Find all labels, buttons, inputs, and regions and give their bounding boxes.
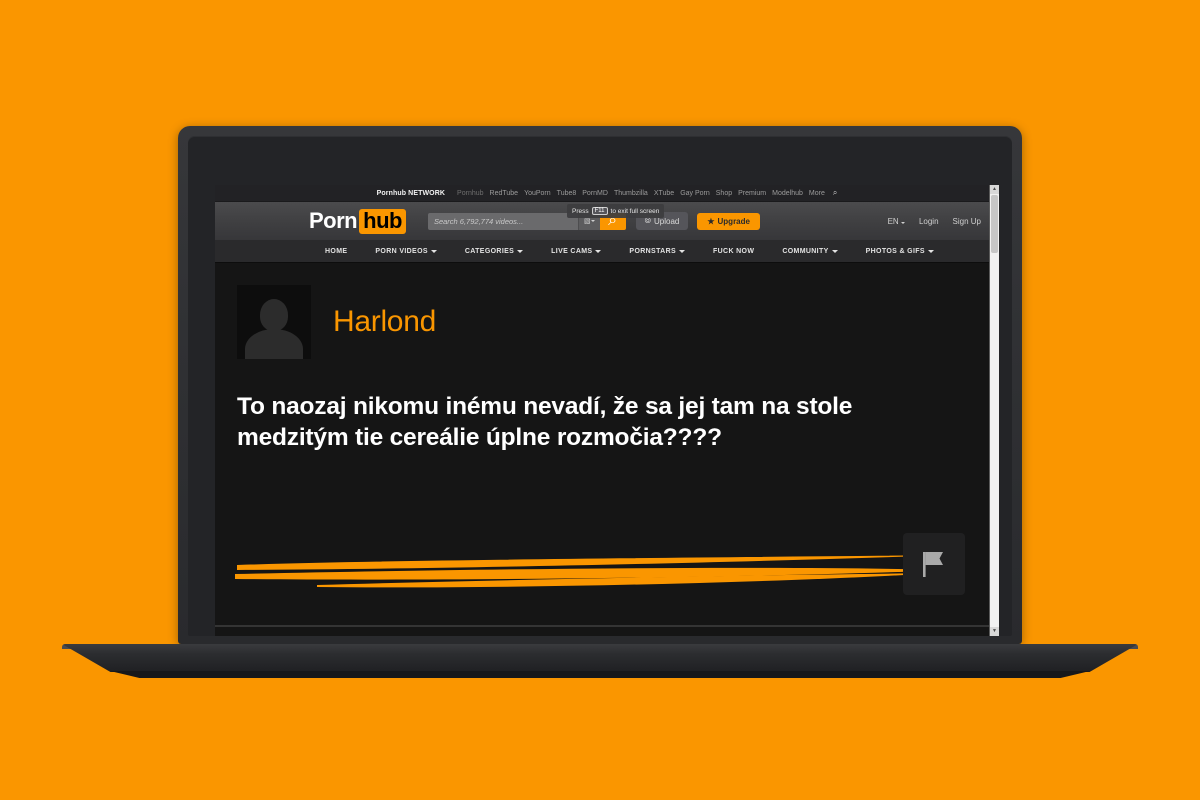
profile-content: Harlond To naozaj nikomu inému nevadí, ž… bbox=[215, 263, 999, 636]
chevron-down-icon bbox=[430, 249, 437, 253]
network-link-modelhub[interactable]: Modelhub bbox=[772, 190, 803, 197]
signup-link[interactable]: Sign Up bbox=[953, 217, 981, 226]
network-link-tube8[interactable]: Tube8 bbox=[557, 190, 577, 197]
browser-page: Pornhub NETWORK Pornhub RedTube YouPorn … bbox=[215, 185, 999, 636]
avatar-silhouette-body bbox=[245, 329, 303, 359]
nav-label: PORNSTARS bbox=[629, 247, 677, 255]
chevron-down-icon bbox=[590, 220, 595, 222]
nav-label: PHOTOS & GIFS bbox=[865, 247, 925, 255]
scrollbar-down-arrow[interactable]: ▼ bbox=[990, 627, 999, 636]
header-right-actions: EN Login Sign Up bbox=[888, 217, 987, 226]
nav-item-home[interactable]: HOME bbox=[311, 248, 361, 255]
main-navigation: HOME PORN VIDEOS CATEGORIES LIVE CAMS PO… bbox=[215, 240, 999, 263]
network-bar: Pornhub NETWORK Pornhub RedTube YouPorn … bbox=[215, 185, 999, 202]
network-link-redtube[interactable]: RedTube bbox=[490, 190, 519, 197]
star-icon: ★ bbox=[707, 216, 715, 226]
site-header: Pornhub ▧ ⌕ bbox=[215, 202, 999, 240]
nav-label: CATEGORIES bbox=[464, 247, 515, 255]
network-link-youporn[interactable]: YouPorn bbox=[524, 190, 551, 197]
profile-quote-text: To naozaj nikomu inému nevadí, že sa jej… bbox=[237, 393, 853, 452]
nav-item-fuck-now[interactable]: FUCK NOW bbox=[699, 248, 768, 255]
network-link-premium[interactable]: Premium bbox=[738, 190, 766, 197]
network-link-xtube[interactable]: XTube bbox=[654, 190, 674, 197]
avatar-silhouette-head bbox=[260, 299, 288, 331]
laptop-device: Pornhub NETWORK Pornhub RedTube YouPorn … bbox=[0, 0, 1200, 800]
nav-label: HOME bbox=[325, 247, 348, 255]
content-divider bbox=[215, 625, 991, 627]
network-link-pornmd[interactable]: PornMD bbox=[582, 190, 608, 197]
nav-item-photos-gifs[interactable]: PHOTOS & GIFS bbox=[852, 248, 948, 255]
chevron-down-icon bbox=[595, 249, 602, 253]
avatar[interactable] bbox=[237, 285, 311, 359]
video-filter-icon: ▧ bbox=[583, 218, 591, 225]
laptop-base bbox=[62, 644, 1138, 672]
scrollbar-up-arrow[interactable]: ▲ bbox=[990, 185, 999, 194]
flag-icon bbox=[923, 552, 943, 577]
chevron-down-icon bbox=[517, 249, 524, 253]
chevron-down-icon bbox=[679, 249, 686, 253]
laptop-bezel: Pornhub NETWORK Pornhub RedTube YouPorn … bbox=[188, 136, 1012, 636]
nav-item-community[interactable]: COMMUNITY bbox=[768, 248, 851, 255]
fullscreen-exit-toast: Press F11 to exit full screen bbox=[567, 204, 665, 218]
search-input[interactable] bbox=[427, 212, 578, 230]
chevron-down-icon bbox=[831, 249, 838, 253]
laptop-foot bbox=[110, 671, 1090, 678]
login-link[interactable]: Login bbox=[919, 217, 939, 226]
f11-key-badge: F11 bbox=[591, 207, 608, 215]
toast-prefix: Press bbox=[572, 207, 589, 215]
chevron-down-icon bbox=[900, 221, 905, 224]
nav-item-porn-videos[interactable]: PORN VIDEOS bbox=[361, 248, 450, 255]
language-label: EN bbox=[887, 216, 899, 226]
nav-label: COMMUNITY bbox=[782, 247, 829, 255]
search-icon[interactable]: ⌕ bbox=[833, 188, 837, 198]
network-link-pornhub[interactable]: Pornhub bbox=[457, 190, 483, 197]
orange-underline-scribble bbox=[235, 555, 955, 588]
network-link-thumbzilla[interactable]: Thumbzilla bbox=[614, 190, 648, 197]
laptop-screen: Pornhub NETWORK Pornhub RedTube YouPorn … bbox=[215, 185, 999, 636]
page-scrollbar[interactable]: ▲ ▼ bbox=[989, 185, 999, 636]
profile-header: Harlond bbox=[237, 263, 977, 359]
logo-text-hub: hub bbox=[359, 208, 406, 234]
nav-label: FUCK NOW bbox=[713, 247, 755, 255]
network-brand: Pornhub NETWORK bbox=[376, 189, 446, 197]
network-link-more[interactable]: More bbox=[809, 190, 825, 197]
language-selector[interactable]: EN bbox=[888, 217, 905, 226]
network-link-shop[interactable]: Shop bbox=[716, 190, 732, 197]
profile-username: Harlond bbox=[333, 305, 436, 338]
nav-label: PORN VIDEOS bbox=[375, 247, 428, 255]
logo-text-porn: Porn bbox=[309, 208, 358, 233]
laptop-lid: Pornhub NETWORK Pornhub RedTube YouPorn … bbox=[178, 126, 1022, 644]
scrollbar-thumb[interactable] bbox=[991, 195, 998, 253]
chevron-down-icon bbox=[927, 249, 934, 253]
nav-label: LIVE CAMS bbox=[551, 247, 593, 255]
report-button[interactable] bbox=[903, 533, 965, 595]
nav-item-pornstars[interactable]: PORNSTARS bbox=[615, 248, 699, 255]
upgrade-button[interactable]: ★ Upgrade bbox=[697, 212, 760, 230]
network-link-gay-porn[interactable]: Gay Porn bbox=[680, 190, 710, 197]
site-logo[interactable]: Porn hub bbox=[309, 208, 406, 234]
nav-item-categories[interactable]: CATEGORIES bbox=[451, 248, 537, 255]
toast-suffix: to exit full screen bbox=[610, 207, 660, 215]
upgrade-label: Upgrade bbox=[717, 216, 750, 226]
nav-item-live-cams[interactable]: LIVE CAMS bbox=[537, 248, 615, 255]
